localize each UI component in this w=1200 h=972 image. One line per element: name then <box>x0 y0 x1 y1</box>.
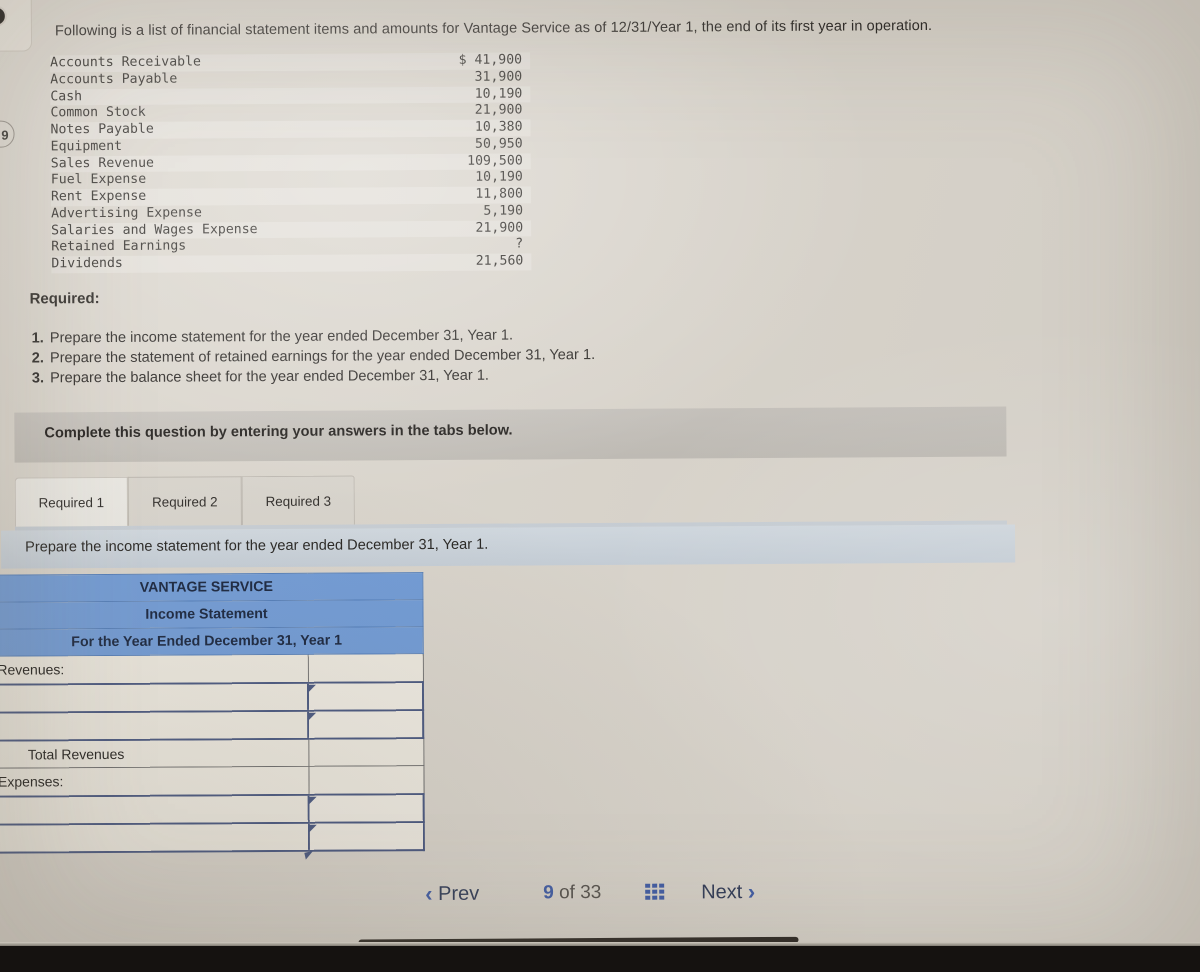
worksheet-header-row: For the Year Ended December 31, Year 1 <box>0 626 423 657</box>
worksheet-value-input[interactable] <box>308 793 424 823</box>
worksheet-row-label: Expenses: <box>0 766 309 797</box>
required-heading: Required: <box>29 290 100 308</box>
worksheet-header-line: VANTAGE SERVICE <box>0 572 423 603</box>
required-list: 1. Prepare the income statement for the y… <box>22 324 782 389</box>
grid-cell <box>645 883 651 888</box>
required-item: 3. Prepare the balance sheet for the year… <box>22 364 782 389</box>
item-amount: 11,800 <box>407 186 531 204</box>
grid-view-icon[interactable] <box>645 883 665 902</box>
next-button-label: Next <box>701 881 743 904</box>
item-amount: 50,950 <box>474 136 523 152</box>
question-page: 9 Following is a list of financial state… <box>0 0 1200 946</box>
worksheet-value-cell <box>308 765 424 795</box>
worksheet-row-label: Total Revenues <box>0 738 309 769</box>
page-of-label: of <box>559 882 575 904</box>
edge-card-fragment <box>0 0 33 52</box>
worksheet-value-input[interactable] <box>309 821 424 851</box>
question-number-badge: 9 <box>0 120 15 148</box>
required-item-text: Prepare the balance sheet for the year e… <box>50 367 490 387</box>
required-item-text: Prepare the statement of retained earnin… <box>49 347 596 367</box>
worksheet-row: Expenses: <box>0 765 424 797</box>
grid-cell <box>652 883 658 888</box>
worksheet-label-input[interactable] <box>0 710 309 741</box>
item-amount: 31,900 <box>474 69 523 85</box>
item-amount: ? <box>515 236 524 252</box>
worksheet-label-input[interactable] <box>0 682 309 713</box>
requirement-prompt-text: Prepare the income statement for the yea… <box>25 536 489 556</box>
total-page-count: 33 <box>580 882 602 904</box>
financial-items-body: Accounts Receivable $ 41,900 Accounts Paya… <box>50 52 532 274</box>
worksheet-row <box>0 681 424 713</box>
page-indicator: 9 of 33 <box>543 876 601 910</box>
worksheet-header-row: VANTAGE SERVICE <box>0 572 423 603</box>
table-row: Accounts Receivable $ 41,900 <box>50 52 531 73</box>
required-item-number: 3. <box>31 370 45 387</box>
worksheet-row <box>0 709 424 741</box>
requirement-prompt-strip: Prepare the income statement for the yea… <box>0 524 1016 569</box>
worksheet-row <box>0 821 424 853</box>
question-intro-text: Following is a list of financial stateme… <box>54 17 933 40</box>
worksheet-header-row: Income Statement <box>0 599 423 630</box>
worksheet-label-input[interactable] <box>0 794 310 825</box>
worksheet-value-cell <box>308 737 424 767</box>
tab-required-2[interactable]: Required 2 <box>127 476 242 526</box>
screen-bezel <box>0 946 1200 972</box>
complete-question-bar: Complete this question by entering your … <box>14 406 1007 463</box>
item-label: Dividends <box>51 254 408 274</box>
item-amount: 109,500 <box>407 152 531 171</box>
next-button[interactable]: Next › <box>701 875 755 909</box>
worksheet-header-line: Income Statement <box>0 599 423 630</box>
grid-cell <box>659 889 665 894</box>
grid-cell <box>645 895 651 900</box>
worksheet-row: Total Revenues <box>0 737 424 769</box>
worksheet-row: Revenues: <box>0 653 423 685</box>
required-item-number: 2. <box>31 350 44 367</box>
prev-button-label: Prev <box>438 882 480 905</box>
tab-required-1[interactable]: Required 1 <box>14 476 128 527</box>
tab-required-3[interactable]: Required 3 <box>241 475 355 526</box>
item-amount: 5,190 <box>483 203 524 219</box>
grid-cell <box>652 895 658 900</box>
item-amount: 21,900 <box>407 219 532 238</box>
table-row: Dividends 21,560 <box>51 253 532 274</box>
current-page-number: 9 <box>543 882 554 904</box>
worksheet-header-line: For the Year Ended December 31, Year 1 <box>0 626 423 657</box>
worksheet-row-label: Revenues: <box>0 654 309 685</box>
grid-cell <box>659 895 665 900</box>
income-statement-worksheet[interactable]: VANTAGE SERVICE Income Statement For the Y… <box>0 572 425 853</box>
item-amount: 10,190 <box>406 85 531 104</box>
financial-items-table: Accounts Receivable $ 41,900 Accounts Paya… <box>50 52 532 274</box>
required-item-number: 1. <box>31 330 44 347</box>
worksheet-value-input[interactable] <box>308 709 424 739</box>
worksheet-body: VANTAGE SERVICE Income Statement For the Y… <box>0 572 424 853</box>
photographed-screen: 9 Following is a list of financial state… <box>0 0 1200 972</box>
required-item-text: Prepare the income statement for the yea… <box>49 327 514 347</box>
grid-cell <box>659 883 665 888</box>
question-navigation[interactable]: ‹ Prev 9 of 33 Next › <box>413 875 813 919</box>
item-amount: 10,190 <box>475 169 523 186</box>
complete-question-text: Complete this question by entering your … <box>44 422 513 442</box>
worksheet-label-input[interactable] <box>0 822 310 853</box>
item-amount: 21,560 <box>407 253 532 271</box>
item-amount: 21,900 <box>474 102 523 119</box>
worksheet-row <box>0 793 424 825</box>
grid-cell <box>645 889 651 894</box>
prev-button[interactable]: ‹ Prev <box>425 877 479 911</box>
worksheet-value-input[interactable] <box>308 681 424 711</box>
chevron-right-icon: › <box>747 879 756 905</box>
chevron-left-icon: ‹ <box>425 881 433 907</box>
grid-cell <box>652 889 658 894</box>
worksheet-value-cell <box>308 653 423 683</box>
item-amount: $ 41,900 <box>406 52 531 70</box>
item-amount: 10,380 <box>406 119 531 137</box>
